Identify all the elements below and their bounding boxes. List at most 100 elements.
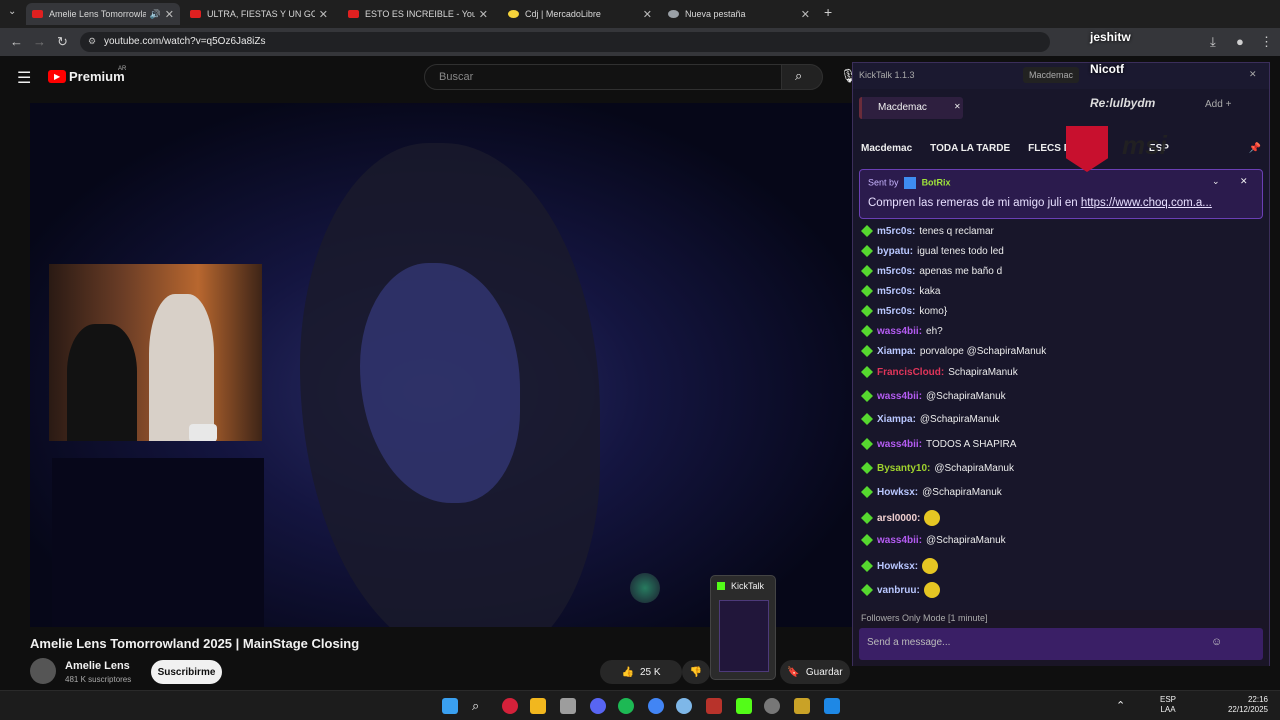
sub-badge-icon [861,390,873,402]
site-info-icon[interactable]: ⚙ [88,36,96,47]
chat-username[interactable]: Xiampa: [877,346,916,357]
chat-text: TODOS A SHAPIRA [926,438,1017,450]
chat-input[interactable]: Send a message... [859,628,1263,660]
close-tab-icon[interactable]: ✕ [801,8,810,21]
chat-message: m5rc0s: tenes q reclamar [861,225,994,237]
chat-username[interactable]: bypatu: [877,246,913,257]
spotify-icon[interactable] [618,698,634,714]
channel-avatar[interactable] [30,658,56,684]
chat-username[interactable]: m5rc0s: [877,286,915,297]
bot-badge-icon [904,177,917,189]
mug [189,424,217,441]
like-button[interactable]: 👍 25 K [600,660,682,684]
chat-username[interactable]: wass4bii: [877,439,922,450]
chat-username[interactable]: vanbruu: [877,585,920,596]
close-tab-icon[interactable]: ✕ [165,8,174,21]
chrome-icon[interactable] [648,698,664,714]
subscriber-count: 481 K suscriptores [65,675,132,684]
taskbar-preview[interactable]: KickTalk [710,575,776,680]
profile-avatar-icon[interactable]: ● [1236,34,1244,49]
channel-tab-1[interactable]: TODA LA TARDE [930,143,1010,154]
channel-name[interactable]: Amelie Lens [65,660,130,672]
new-tab-button[interactable]: + [824,4,832,20]
channel-chip[interactable]: Macdemac ✕ [859,97,963,119]
windows-taskbar: ⌕ ⌃ ESP LAA 22:16 22/12/2025 [0,690,1280,720]
app-icon-4[interactable] [706,698,722,714]
taskbar-search-icon[interactable]: ⌕ [472,698,488,714]
emote-picker-icon[interactable]: ☺ [1211,636,1222,648]
chat-username[interactable]: Howksx: [877,487,918,498]
channel-tab-0[interactable]: Macdemac [861,143,912,154]
mercadolibre-favicon-icon [508,10,519,18]
tab-search-icon[interactable]: ⌄ [8,6,16,17]
clock[interactable]: 22:16 22/12/2025 [1222,695,1268,715]
close-tab-icon[interactable]: ✕ [643,8,652,21]
search-button[interactable]: ⌕ [781,64,823,90]
close-window-icon[interactable]: ✕ [1249,69,1257,80]
app-icon[interactable] [502,698,518,714]
language-indicator[interactable]: ESP LAA [1160,695,1176,715]
app-icon-7[interactable] [824,698,840,714]
tray-chevron-icon[interactable]: ⌃ [1116,699,1125,712]
channel-tab-2[interactable]: FLECS D [1028,143,1071,154]
tab-ultra-fiestas[interactable]: ULTRA, FIESTAS Y UN GORDO I ✕ [184,3,334,25]
collapse-pin-icon[interactable]: ⌄ [1212,176,1220,187]
hamburger-menu-icon[interactable]: ☰ [17,68,31,88]
tab-esto-es-increible[interactable]: ESTO ES INCREIBLE - YouTube ✕ [342,3,494,25]
app-icon-6[interactable] [794,698,810,714]
chat-username[interactable]: Howksx: [877,561,918,572]
reload-icon[interactable]: ↻ [57,34,68,50]
chat-username[interactable]: Xiampa: [877,414,916,425]
sub-badge-icon [861,285,873,297]
youtube-favicon-icon [32,10,43,18]
close-tab-icon[interactable]: ✕ [319,8,328,21]
youtube-header: ☰ ▶ Premium AR Buscar ⌕ 🎙 [0,56,860,98]
person-left [67,324,137,441]
chat-username[interactable]: m5rc0s: [877,306,915,317]
dislike-button[interactable]: 👎 [682,660,710,684]
kicktalk-logo-icon [717,582,725,590]
discord-icon[interactable] [590,698,606,714]
app-icon-2[interactable] [560,698,576,714]
sub-badge-icon [861,245,873,257]
file-explorer-icon[interactable] [530,698,546,714]
chat-username[interactable]: m5rc0s: [877,226,915,237]
chat-username[interactable]: FrancisCloud: [877,367,944,378]
premium-label: Premium [69,69,125,84]
youtube-favicon-icon [348,10,359,18]
chat-username[interactable]: wass4bii: [877,326,922,337]
chat-username[interactable]: arsl0000: [877,513,920,524]
sub-badge-icon [861,413,873,425]
subscribe-button[interactable]: Suscribirme [151,660,222,684]
browser-menu-icon[interactable]: ⋮ [1260,34,1273,50]
pin-icon[interactable]: 📌 [1249,143,1261,154]
chat-username[interactable]: wass4bii: [877,391,922,402]
youtube-logo-icon[interactable]: ▶ [48,70,66,83]
chat-message: Howksx: [861,558,942,574]
emote-icon [923,582,940,598]
chat-username[interactable]: m5rc0s: [877,266,915,277]
remove-chip-icon[interactable]: ✕ [954,102,961,111]
chat-username[interactable]: wass4bii: [877,535,922,546]
kicktalk-icon[interactable] [736,698,752,714]
tab-nueva-pestana[interactable]: Nueva pestaña ✕ [662,3,816,25]
search-input[interactable]: Buscar [424,64,782,90]
unpin-icon[interactable]: ✕ [1240,176,1248,187]
start-icon[interactable] [442,698,458,714]
pinned-link[interactable]: https://www.choq.com.a... [1081,197,1212,209]
kicktalk-window: KickTalk 1.1.3 Macdemac ✕ Macdemac ✕ Add… [852,62,1270,666]
bookmark-icon: 🔖 [787,666,800,678]
app-icon-3[interactable] [676,698,692,714]
tab-mercadolibre[interactable]: Cdj | MercadoLibre ✕ [502,3,658,25]
back-icon[interactable]: ← [10,34,23,49]
save-button[interactable]: 🔖 Guardar [780,660,850,684]
app-icon-5[interactable] [764,698,780,714]
chat-text: SchapiraManuk [948,366,1018,378]
forward-icon[interactable]: → [33,34,46,49]
close-tab-icon[interactable]: ✕ [479,8,488,21]
url-field[interactable]: ⚙ youtube.com/watch?v=q5Oz6Ja8iZs [80,32,1050,52]
chat-username[interactable]: Bysanty10: [877,463,930,474]
webcam-overlay [49,264,262,441]
thumbs-up-icon: 👍 [621,666,634,678]
tab-youtube-amelie[interactable]: Amelie Lens Tomorrowland 🔊 ✕ [26,3,180,25]
